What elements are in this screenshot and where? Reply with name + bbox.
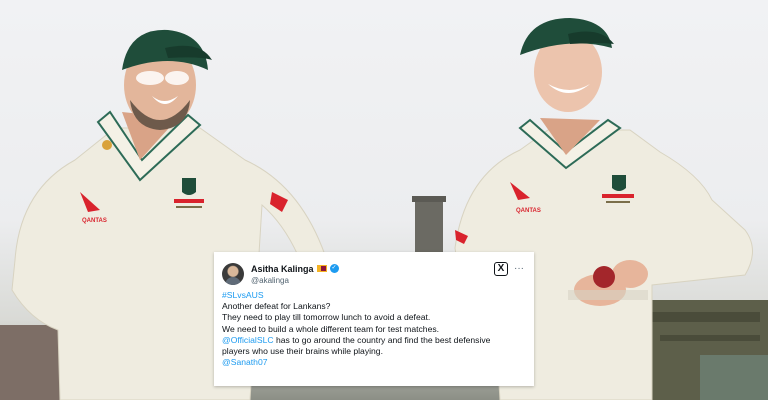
tweet-line-1: Another defeat for Lankans?	[222, 301, 331, 312]
left-sponsor-text: QANTAS	[82, 218, 107, 224]
tweet-line-5: players who use their brains while playi…	[222, 346, 383, 357]
stand-left	[0, 325, 60, 400]
cricket-ball	[593, 266, 615, 288]
author-handle[interactable]: @akalinga	[251, 276, 339, 285]
mention-sanath[interactable]: @Sanath07	[222, 357, 268, 367]
sri-lanka-flag-icon	[316, 265, 327, 272]
avatar[interactable]	[222, 263, 244, 285]
mention-official-slc[interactable]: @OfficialSLC	[222, 335, 274, 345]
tweet-line-4: has to go around the country and find th…	[273, 334, 491, 345]
tweet-line-3: We need to build a whole different team …	[222, 323, 440, 334]
tower	[415, 198, 443, 258]
author-block: Asitha Kalinga ✓ @akalinga	[251, 262, 339, 285]
x-logo-icon[interactable]: X	[494, 262, 508, 276]
more-icon[interactable]: ···	[514, 263, 524, 274]
author-name[interactable]: Asitha Kalinga	[251, 264, 314, 274]
hashtag-link[interactable]: #SLvsAUS	[222, 290, 264, 300]
tweet-text: #SLvsAUS Another defeat for Lankans? The…	[222, 290, 526, 368]
photo-scene: QANTAS QANTAS Asitha Kalinga ✓ @akalinga…	[0, 0, 768, 400]
right-sponsor-text: QANTAS	[516, 208, 541, 214]
verified-icon: ✓	[329, 264, 339, 273]
tweet-header: Asitha Kalinga ✓ @akalinga X ···	[222, 262, 526, 288]
tweet-card[interactable]: Asitha Kalinga ✓ @akalinga X ··· #SLvsAU…	[214, 252, 534, 386]
tweet-line-2: They need to play till tomorrow lunch to…	[222, 312, 431, 323]
